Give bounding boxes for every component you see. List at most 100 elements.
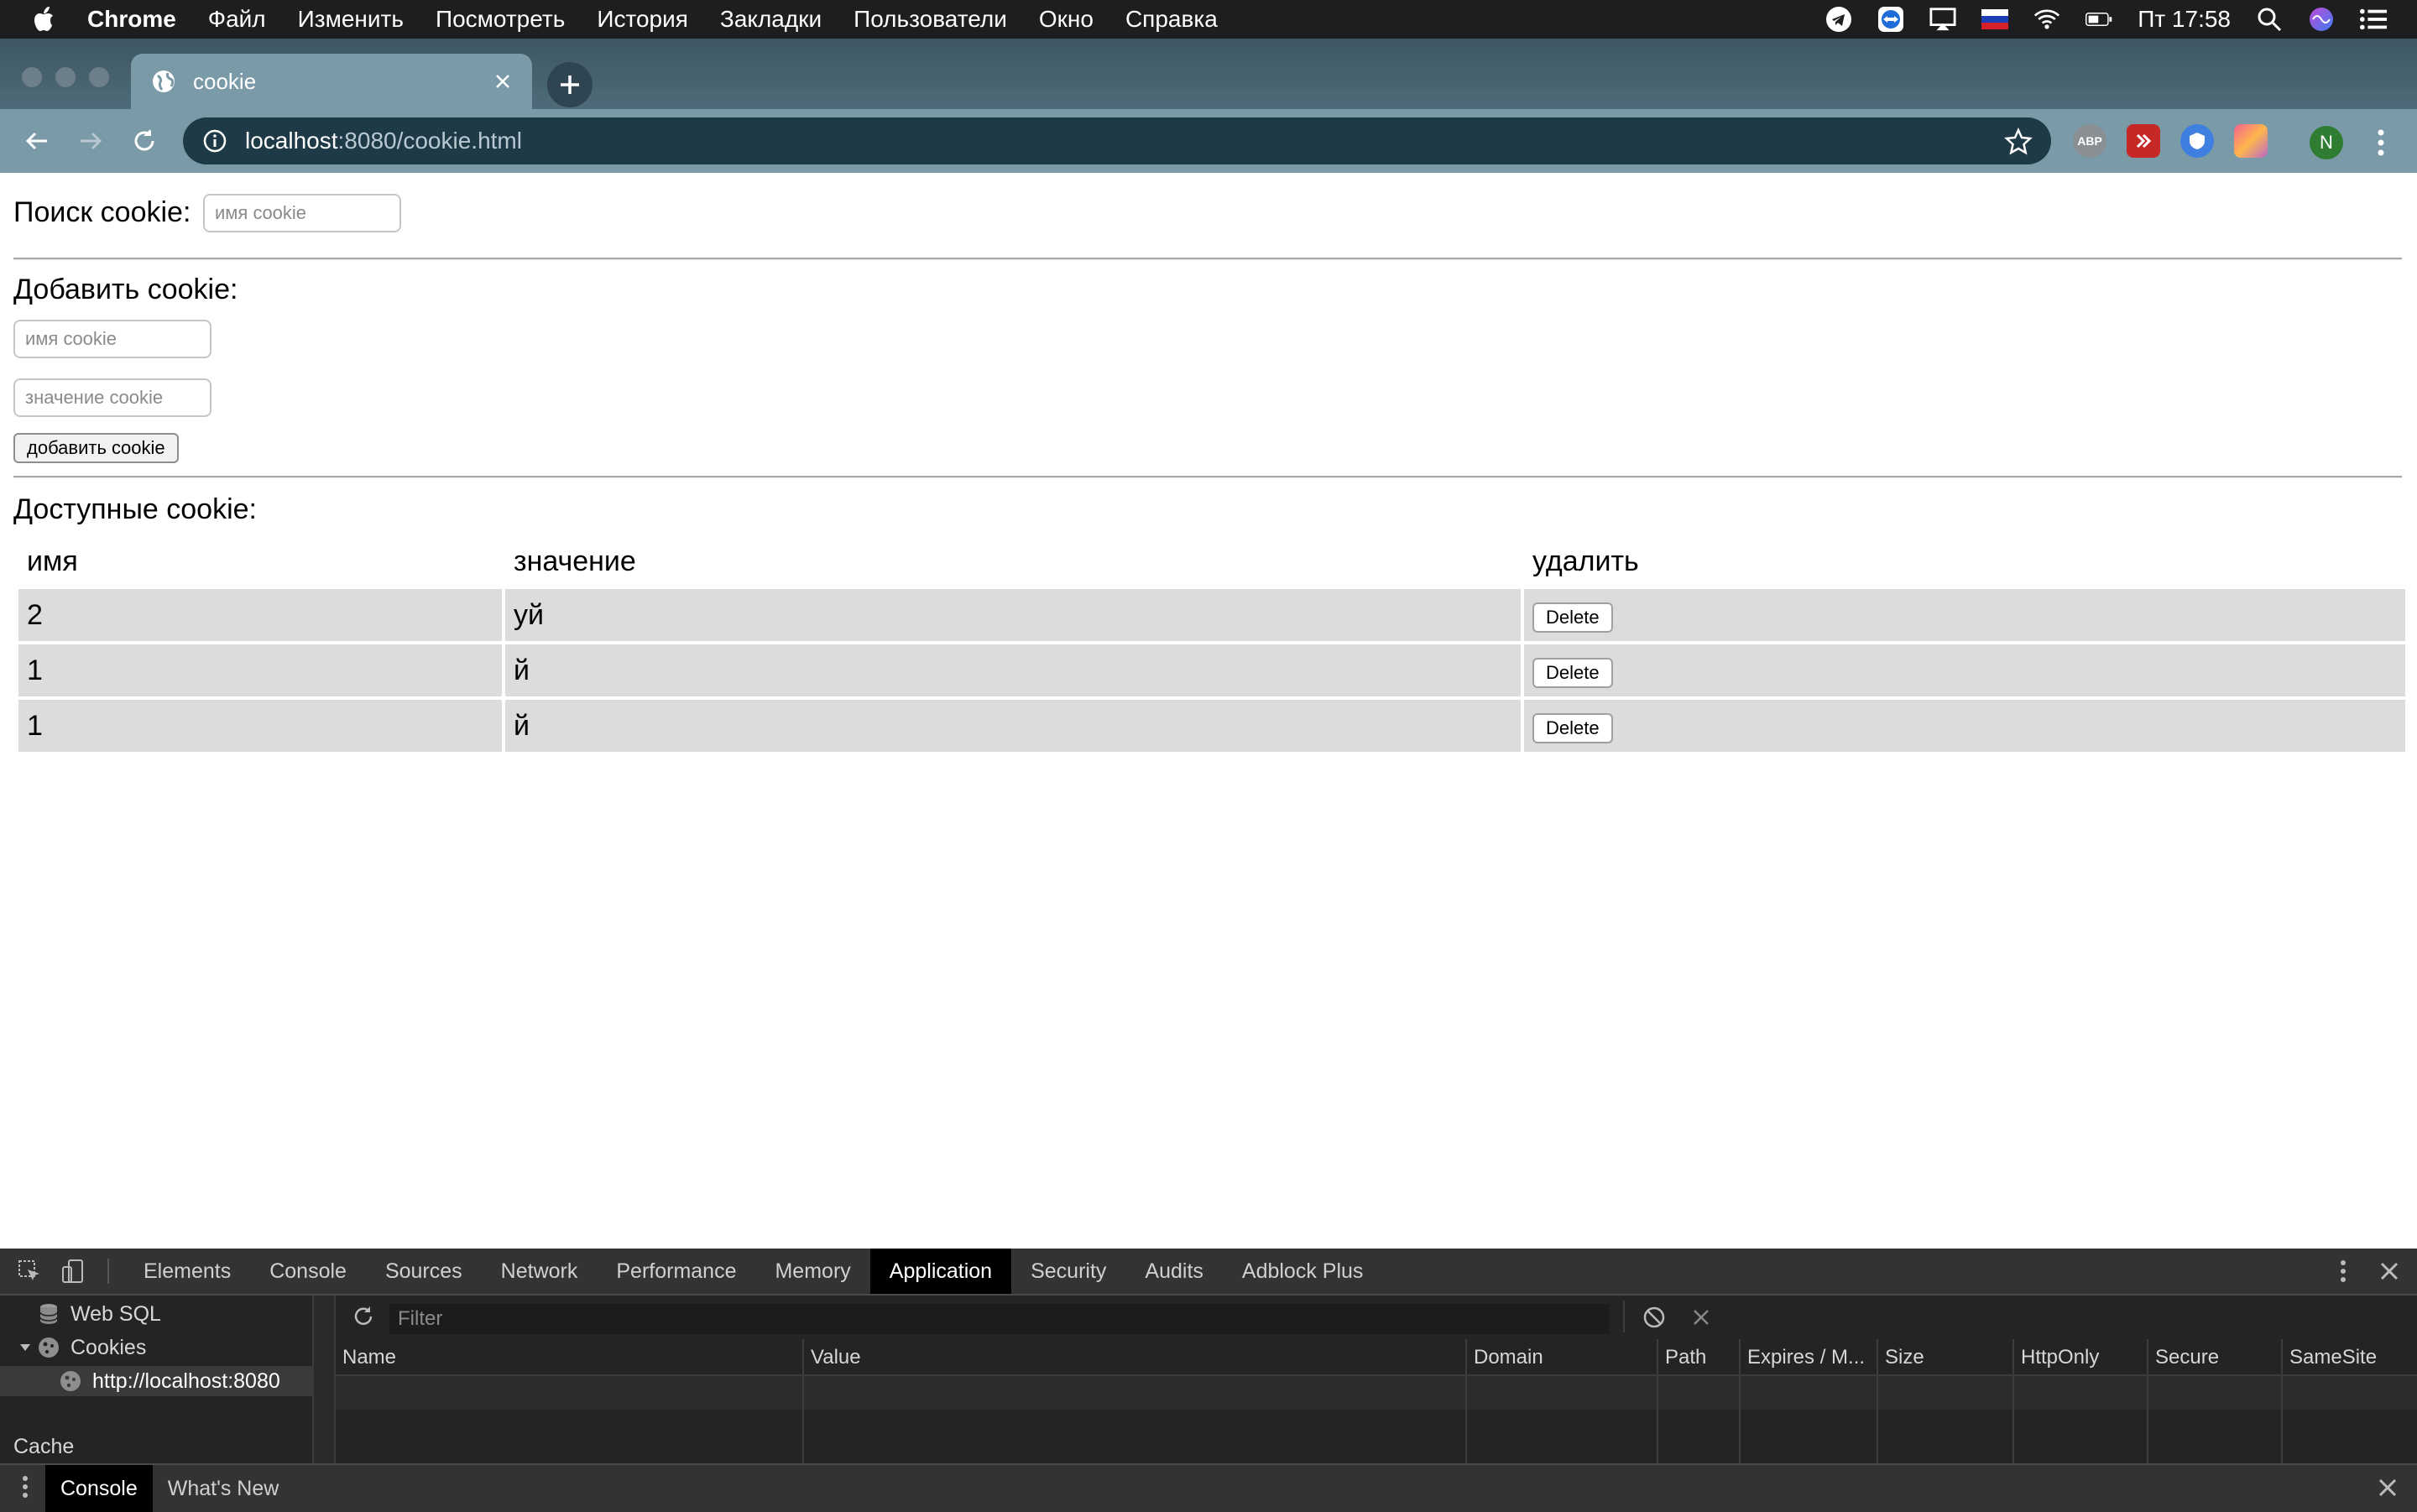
cookies-view: Name Value Domain Path Expires / M... Si…	[336, 1296, 2417, 1463]
cookie-name-input[interactable]	[13, 320, 211, 358]
delete-cookie-button[interactable]: Delete	[1532, 602, 1613, 633]
chrome-menu-icon[interactable]	[2368, 126, 2394, 159]
clear-all-icon[interactable]	[1642, 1305, 1667, 1334]
column-header-path[interactable]: Path	[1665, 1346, 1706, 1369]
devtools-tab-console[interactable]: Console	[250, 1249, 366, 1294]
devtools-tab-adblock-plus[interactable]: Adblock Plus	[1223, 1249, 1383, 1294]
airplay-icon[interactable]	[1929, 6, 1956, 33]
delete-selected-icon[interactable]	[1689, 1305, 1714, 1334]
table-row: 1 й Delete	[18, 700, 2405, 752]
siri-icon[interactable]	[2308, 6, 2335, 33]
devtools-tab-application[interactable]: Application	[869, 1249, 1012, 1294]
tree-item-cookies[interactable]: Cookies	[18, 1332, 146, 1363]
column-header-size[interactable]: Size	[1885, 1346, 1924, 1369]
refresh-icon[interactable]	[351, 1304, 376, 1333]
menu-edit[interactable]: Изменить	[298, 6, 404, 33]
sidebar-resizer[interactable]	[314, 1296, 336, 1463]
delete-cookie-button[interactable]: Delete	[1532, 712, 1613, 743]
reload-icon[interactable]	[128, 124, 161, 158]
devtools-tab-sources[interactable]: Sources	[366, 1249, 482, 1294]
tree-item-cookie-origin[interactable]: http://localhost:8080	[0, 1366, 312, 1396]
chrome-toolbar: localhost:8080/cookie.html ABP N	[0, 109, 2417, 173]
expand-triangle-icon[interactable]	[18, 1341, 32, 1354]
devtools-tab-elements[interactable]: Elements	[124, 1249, 250, 1294]
macos-menu-bar: Chrome Файл Изменить Посмотреть История …	[0, 0, 2417, 39]
menu-view[interactable]: Посмотреть	[436, 6, 565, 33]
chrome-tab-strip: cookie	[0, 39, 2417, 109]
add-cookie-button[interactable]: добавить cookie	[13, 433, 179, 463]
menu-history[interactable]: История	[597, 6, 688, 33]
teamviewer-icon[interactable]	[1877, 6, 1904, 33]
close-tab-icon[interactable]	[490, 69, 515, 94]
cookie-value-input[interactable]	[13, 378, 211, 417]
devtools-tab-network[interactable]: Network	[482, 1249, 598, 1294]
grid-column: Value	[802, 1339, 861, 1463]
devtools-tab-audits[interactable]: Audits	[1125, 1249, 1222, 1294]
profile-avatar[interactable]: N	[2310, 126, 2343, 159]
url-host: localhost	[245, 128, 338, 154]
bookmark-star-icon[interactable]	[2004, 127, 2033, 156]
column-header-domain[interactable]: Domain	[1474, 1346, 1543, 1369]
spotlight-search-icon[interactable]	[2256, 6, 2283, 33]
devtools-tab-performance[interactable]: Performance	[597, 1249, 755, 1294]
devtools-tab-security[interactable]: Security	[1011, 1249, 1125, 1294]
adblock-plus-extension-icon[interactable]: ABP	[2073, 124, 2106, 158]
drawer-tab-console[interactable]: Console	[45, 1465, 153, 1512]
new-tab-button[interactable]	[547, 62, 593, 107]
extension-red-icon[interactable]	[2127, 124, 2160, 158]
inspect-element-icon[interactable]	[15, 1257, 44, 1285]
battery-icon[interactable]	[2086, 6, 2112, 33]
menubar-clock[interactable]: Пт 17:58	[2138, 6, 2231, 33]
tree-label-cache: Cache	[13, 1434, 75, 1458]
column-header-samesite[interactable]: SameSite	[2289, 1346, 2377, 1369]
notification-center-icon[interactable]	[2360, 6, 2387, 33]
devtools-close-icon[interactable]	[2377, 1257, 2402, 1290]
delete-cookie-button[interactable]: Delete	[1532, 657, 1613, 688]
window-minimize-button[interactable]	[55, 67, 76, 87]
window-close-button[interactable]	[22, 67, 42, 87]
info-icon[interactable]	[201, 128, 228, 154]
address-bar[interactable]: localhost:8080/cookie.html	[183, 117, 2051, 164]
menu-people[interactable]: Пользователи	[854, 6, 1007, 33]
back-arrow-icon[interactable]	[20, 124, 54, 158]
menu-chrome[interactable]: Chrome	[87, 6, 176, 33]
forward-arrow-icon[interactable]	[74, 124, 107, 158]
russian-flag-icon[interactable]	[1981, 6, 2009, 33]
extension-shield-icon[interactable]	[2180, 124, 2214, 158]
extension-gradient-icon[interactable]	[2234, 124, 2268, 158]
browser-tab[interactable]: cookie	[131, 54, 532, 109]
search-cookie-input[interactable]	[203, 194, 401, 232]
menu-bookmarks[interactable]: Закладки	[720, 6, 822, 33]
column-header-value[interactable]: Value	[811, 1346, 861, 1369]
grid-column: HttpOnly	[2012, 1339, 2099, 1463]
available-cookies-label: Доступные cookie:	[13, 493, 257, 525]
tree-item-web-sql[interactable]: Web SQL	[37, 1299, 161, 1329]
cookie-action-cell: Delete	[1524, 589, 2405, 641]
devtools-menu-icon[interactable]	[2335, 1257, 2352, 1290]
apple-logo-icon[interactable]	[34, 6, 57, 33]
column-header-httponly[interactable]: HttpOnly	[2021, 1346, 2099, 1369]
cookie-action-cell: Delete	[1524, 700, 2405, 752]
column-header-secure[interactable]: Secure	[2155, 1346, 2219, 1369]
url-text[interactable]: localhost:8080/cookie.html	[245, 128, 522, 154]
drawer-tab-whats-new[interactable]: What's New	[153, 1465, 295, 1512]
device-toolbar-icon[interactable]	[59, 1257, 87, 1285]
cookie-icon	[60, 1371, 81, 1391]
menu-file[interactable]: Файл	[208, 6, 266, 33]
drawer-menu-icon[interactable]	[20, 1473, 30, 1505]
telegram-icon[interactable]	[1825, 6, 1852, 33]
column-header-name[interactable]: Name	[342, 1346, 396, 1369]
devtools-tab-memory[interactable]: Memory	[755, 1249, 869, 1294]
menu-window[interactable]: Окно	[1039, 6, 1094, 33]
column-header-expires[interactable]: Expires / M...	[1747, 1346, 1865, 1369]
grid-column: Domain	[1465, 1339, 1543, 1463]
drawer-close-icon[interactable]	[2375, 1475, 2400, 1504]
menu-help[interactable]: Справка	[1125, 6, 1218, 33]
toolbar-separator	[107, 1259, 109, 1284]
wifi-icon[interactable]	[2033, 6, 2060, 33]
application-sidebar: Web SQL Cookies http://localhost:8080 Ca…	[0, 1296, 314, 1463]
window-zoom-button[interactable]	[89, 67, 109, 87]
cookie-value-cell: й	[505, 644, 1521, 696]
cookies-filter-input[interactable]	[389, 1304, 1610, 1334]
plus-icon	[561, 76, 579, 94]
